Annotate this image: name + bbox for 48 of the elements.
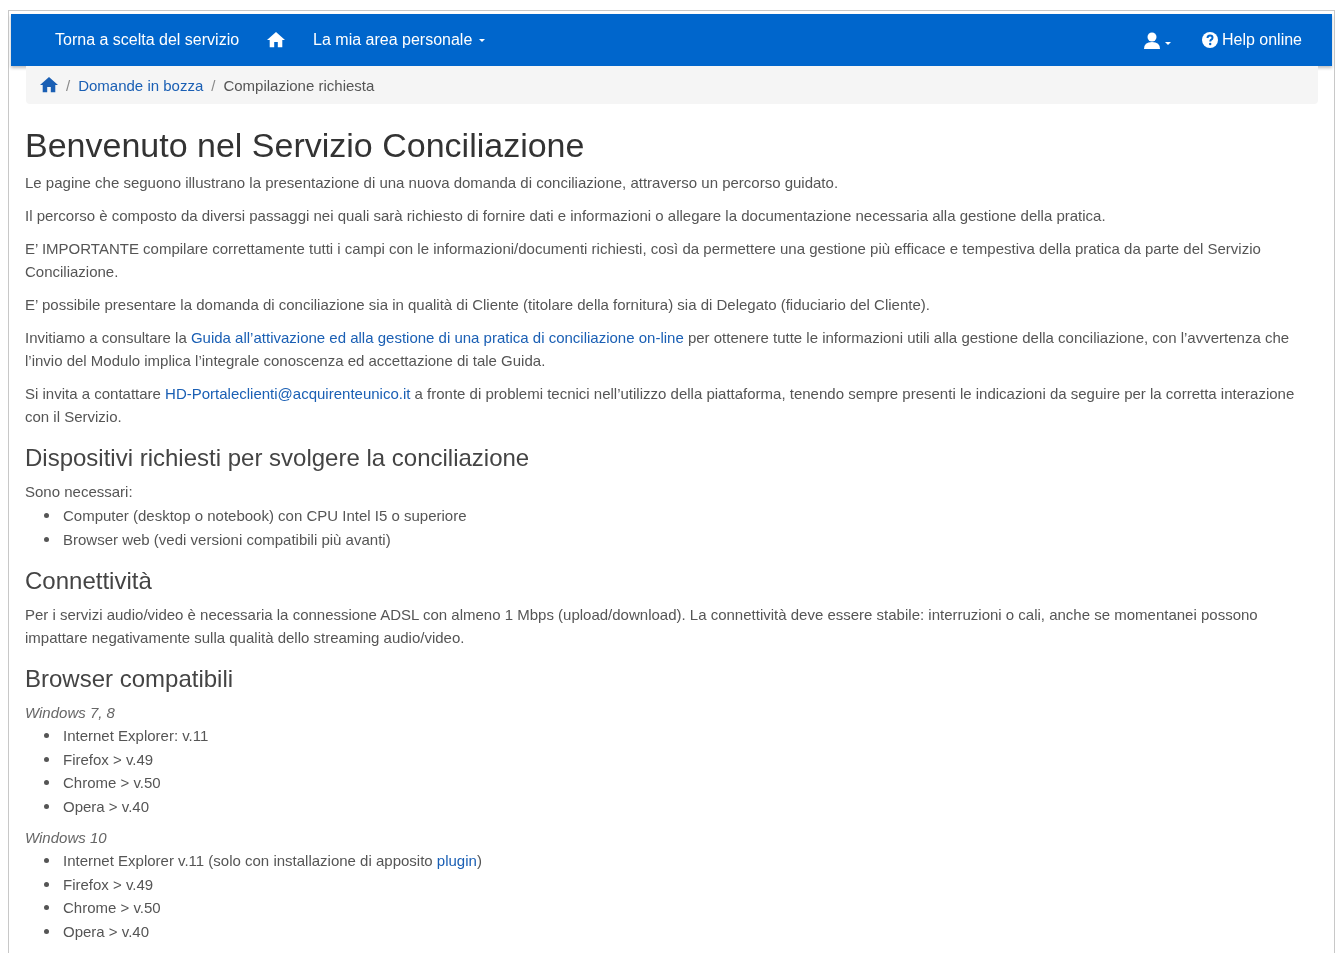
lead-text: Sono necessari:: [25, 482, 134, 502]
list-item: Firefox > v.49: [63, 749, 154, 770]
os-label: Windows 10: [25, 828, 108, 848]
help-link[interactable]: Help online: [1201, 31, 1302, 49]
list-item: Chrome > v.50: [63, 773, 161, 793]
list-item: Computer (desktop o notebook) con CPU Intel I5 o superiore: [63, 506, 467, 526]
personal-area-menu[interactable]: La mia area personale: [313, 31, 486, 49]
section-heading: Connettività: [25, 567, 153, 595]
breadcrumb-link[interactable]: Domande in bozza: [78, 76, 204, 94]
home-icon[interactable]: [40, 77, 58, 93]
separator: /: [66, 76, 71, 94]
breadcrumb-current: Compilazione richiesta: [223, 76, 375, 94]
list-item: Internet Explorer: v.11: [63, 726, 209, 746]
section-heading: Browser compatibili: [25, 665, 235, 693]
bullet-icon: [44, 928, 49, 934]
list-item: Opera > v.40: [63, 796, 150, 817]
bullet-icon: [44, 733, 49, 739]
paragraph: Le pagine che seguono illustrano la presentazione di una nuova domanda di conciliazione, attraverso un percorso guidato.: [25, 173, 840, 193]
page-title: Benvenuto nel Servizio Conciliazione: [25, 126, 586, 165]
bullet-icon: [44, 858, 49, 864]
user-menu-icon[interactable]: [1143, 31, 1174, 49]
paragraph: E’ possibile presentare la domanda di conciliazione sia in qualità di Cliente (titolare della fornitura) sia di Delegato (fiduciario del Cliente).: [25, 295, 931, 315]
bullet-icon: [44, 536, 49, 542]
section-heading: Dispositivi richiesti per svolgere la conciliazione: [25, 444, 531, 472]
text-link[interactable]: HD-Portaleclienti@acquirenteunico.it: [165, 385, 411, 402]
paragraph: E’ IMPORTANTE compilare correttamente tutti i campi con le informazioni/documenti richiesti, così da permettere una gestione più efficace e tempestiva della pratica da parte del Servizio Conciliazione.: [25, 239, 1262, 282]
list-item: Browser web (vedi versioni compatibili più avanti): [63, 529, 391, 550]
list-item: Firefox > v.49: [63, 874, 154, 895]
paragraph: Invitiamo a consultare la Guida all’attivazione ed alla gestione di una pratica di conciliazione on-line per ottenere tutte le informazioni utili alla gestione della conciliazione, con l’avvertenza che l’invio del Modulo implica l’integrale conoscenza ed accettazione di tale Guida.: [25, 328, 1291, 371]
paragraph: Si invita a contattare HD-Portaleclienti@acquirenteunico.it a fronte di problemi tecnici nell’utilizzo della piattaforma, tenendo sempre presenti le indicazioni da seguire per la corretta interazione con il Servizio.: [25, 384, 1296, 427]
home-icon[interactable]: [267, 32, 286, 48]
bullet-icon: [44, 803, 49, 809]
bullet-icon: [44, 756, 49, 762]
list-item: Chrome > v.50: [63, 898, 161, 918]
os-label: Windows 7, 8: [25, 703, 116, 723]
separator: /: [211, 76, 216, 94]
list-item: Internet Explorer v.11 (solo con installazione di apposito plugin): [63, 851, 482, 871]
paragraph: Il percorso è composto da diversi passaggi nei quali sarà richiesto di fornire dati e informazioni o allegare la documentazione necessaria alla gestione della pratica.: [25, 206, 1107, 226]
paragraph: Per i servizi audio/video è necessaria la connessione ADSL con almeno 1 Mbps (upload/download). La connettività deve essere stabile: interruzioni o cali, anche se momentanei possono impattare negativamente sulla qualità dello streaming audio/video.: [25, 605, 1259, 648]
list-item: Opera > v.40: [63, 921, 150, 942]
bullet-icon: [44, 905, 49, 911]
back-link[interactable]: Torna a scelta del servizio: [55, 31, 240, 49]
bullet-icon: [44, 881, 49, 887]
bullet-icon: [44, 513, 49, 519]
help-icon: [1201, 32, 1218, 48]
text-link[interactable]: Guida all’attivazione ed alla gestione di una pratica di conciliazione on-line: [190, 329, 684, 346]
bullet-icon: [44, 780, 49, 786]
text-link[interactable]: plugin: [436, 852, 477, 869]
